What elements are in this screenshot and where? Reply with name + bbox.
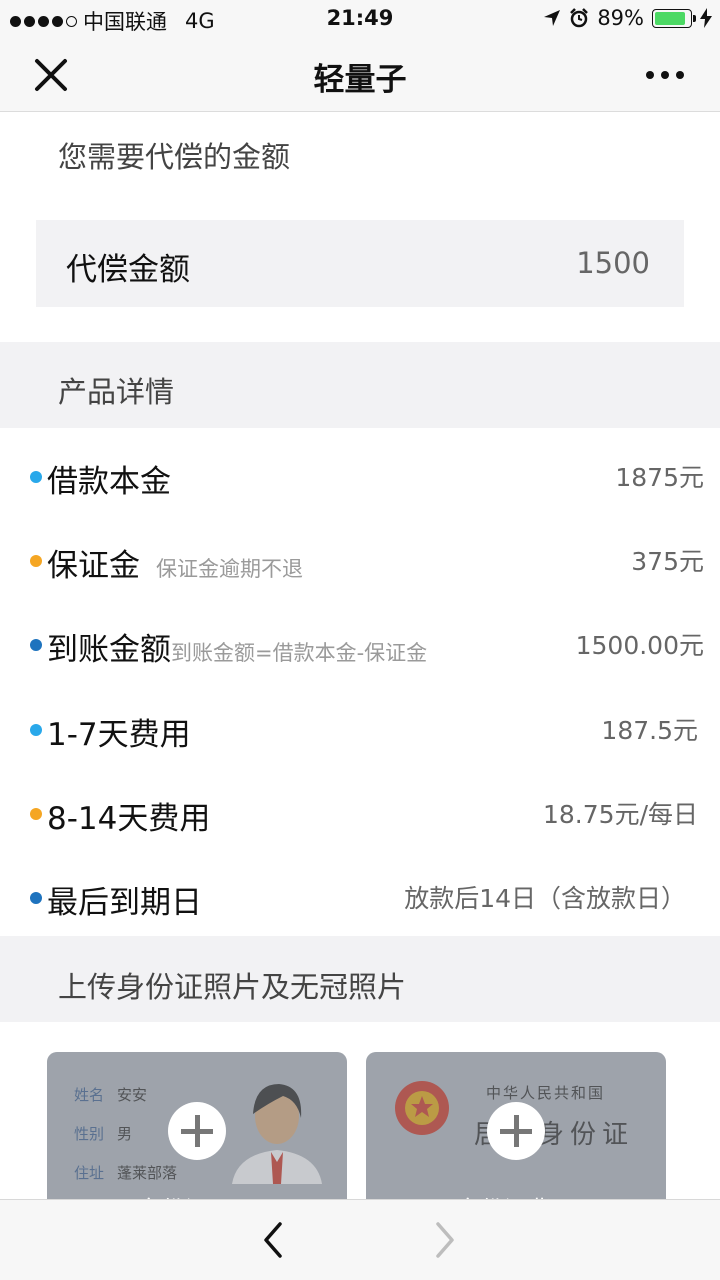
nav-bar: 轻量子 xyxy=(0,38,720,112)
status-bar: 中国联通 4G 21:49 89% xyxy=(0,0,720,38)
repay-amount-label: 代偿金额 xyxy=(66,252,190,288)
details-section-header: 产品详情 xyxy=(0,342,720,428)
detail-value: 375元 xyxy=(631,547,704,576)
forward-arrow-icon[interactable] xyxy=(430,1220,460,1260)
upload-cards: 姓名 安安 性别 男 住址 蓬莱部落 身份证正面 中华人民共和国 居民身 xyxy=(0,1022,720,1222)
battery-icon xyxy=(652,8,696,28)
detail-label: 1-7天费用 xyxy=(47,717,191,753)
details-section-title: 产品详情 xyxy=(58,375,175,409)
detail-row-deposit: 保证金 保证金逾期不退 375元 xyxy=(0,514,720,598)
back-arrow-icon[interactable] xyxy=(258,1220,288,1260)
charging-bolt-icon xyxy=(700,8,712,28)
wechat-webview: 中国联通 4G 21:49 89% 轻量子 您需要代偿的金额 代偿金额 1500… xyxy=(0,0,720,1280)
detail-row-fee-1-7: 1-7天费用 187.5元 xyxy=(0,683,720,767)
bottom-toolbar xyxy=(0,1199,720,1280)
detail-row-principal: 借款本金 1875元 xyxy=(0,430,720,514)
battery-percent: 89% xyxy=(597,6,644,30)
detail-note: 保证金逾期不退 xyxy=(156,557,303,581)
detail-value: 1500.00元 xyxy=(575,631,704,660)
upload-section-title: 上传身份证照片及无冠照片 xyxy=(58,970,407,1004)
bullet-dot xyxy=(30,639,42,651)
more-icon[interactable] xyxy=(646,60,692,90)
detail-value: 18.75元/每日 xyxy=(543,800,698,829)
detail-row-fee-8-14: 8-14天费用 18.75元/每日 xyxy=(0,767,720,851)
detail-label: 最后到期日 xyxy=(47,885,202,921)
bullet-dot xyxy=(30,555,42,567)
repay-section-title: 您需要代偿的金额 xyxy=(58,140,291,174)
repay-amount-field[interactable]: 代偿金额 1500 xyxy=(36,220,684,307)
bullet-dot xyxy=(30,724,42,736)
detail-label: 到账金额 xyxy=(47,632,171,668)
bullet-dot xyxy=(30,892,42,904)
repay-amount-value: 1500 xyxy=(576,246,650,280)
bullet-dot xyxy=(30,808,42,820)
id-back-upload[interactable]: 中华人民共和国 居民身份证 身份证背面 xyxy=(366,1052,666,1222)
detail-note: 到账金额=借款本金-保证金 xyxy=(171,641,428,665)
alarm-clock-icon xyxy=(570,8,589,28)
detail-label: 保证金 xyxy=(47,548,140,584)
detail-row-received: 到账金额到账金额=借款本金-保证金 1500.00元 xyxy=(0,598,720,682)
page-title: 轻量子 xyxy=(313,62,407,98)
repay-section: 您需要代偿的金额 代偿金额 1500 xyxy=(0,112,720,342)
bullet-dot xyxy=(30,471,42,483)
add-photo-icon[interactable] xyxy=(168,1102,226,1160)
detail-value: 1875元 xyxy=(615,463,704,492)
status-right: 89% xyxy=(543,6,712,30)
detail-label: 借款本金 xyxy=(47,464,171,500)
detail-label: 8-14天费用 xyxy=(47,801,211,837)
detail-value: 187.5元 xyxy=(601,716,698,745)
detail-row-due-date: 最后到期日 放款后14日（含放款日） xyxy=(0,851,720,935)
detail-value: 放款后14日（含放款日） xyxy=(404,884,686,913)
location-arrow-icon xyxy=(544,10,561,26)
id-front-upload[interactable]: 姓名 安安 性别 男 住址 蓬莱部落 身份证正面 xyxy=(47,1052,347,1222)
add-photo-icon[interactable] xyxy=(487,1102,545,1160)
upload-section-header: 上传身份证照片及无冠照片 xyxy=(0,936,720,1022)
